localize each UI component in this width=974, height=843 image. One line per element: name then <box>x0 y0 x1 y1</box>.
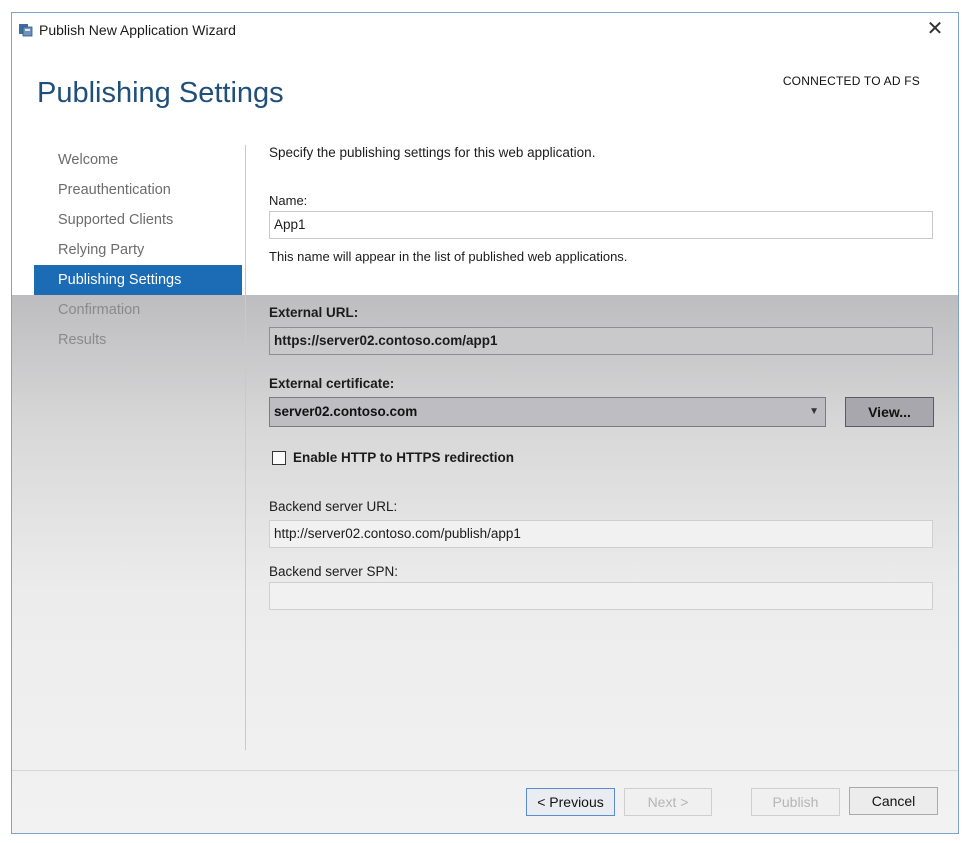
wizard-window: Publish New Application Wizard ✕ Publish… <box>11 12 959 834</box>
background-shade <box>12 295 958 833</box>
title-bar: Publish New Application Wizard ✕ <box>12 13 958 47</box>
nav-step-results: Results <box>58 332 107 348</box>
wizard-steps-nav: Welcome Preauthentication Supported Clie… <box>34 145 242 355</box>
external-url-input[interactable]: https://server02.contoso.com/app1 <box>269 327 933 355</box>
external-certificate-label: External certificate: <box>269 376 395 391</box>
footer-divider <box>12 770 958 771</box>
connection-status: CONNECTED TO AD FS <box>782 74 920 88</box>
next-button[interactable]: Next > <box>624 788 712 816</box>
view-certificate-button[interactable]: View... <box>845 397 934 427</box>
close-icon[interactable]: ✕ <box>922 17 948 41</box>
backend-url-input[interactable]: http://server02.contoso.com/publish/app1 <box>269 520 933 548</box>
nav-step-confirmation: Confirmation <box>58 302 141 318</box>
external-certificate-dropdown[interactable]: server02.contoso.com ▼ <box>269 397 826 427</box>
name-input[interactable]: App1 <box>269 211 933 239</box>
form-intro: Specify the publishing settings for this… <box>269 145 596 160</box>
chevron-down-icon: ▼ <box>809 406 819 417</box>
https-redirect-label: Enable HTTP to HTTPS redirection <box>293 450 515 465</box>
previous-button[interactable]: < Previous <box>526 788 615 816</box>
nav-divider <box>245 145 246 750</box>
backend-spn-input[interactable] <box>269 582 933 610</box>
publish-button[interactable]: Publish <box>751 788 840 816</box>
name-label: Name: <box>269 193 308 208</box>
https-redirect-checkbox[interactable] <box>272 451 286 465</box>
nav-step-preauthentication: Preauthentication <box>58 182 171 198</box>
window-title: Publish New Application Wizard <box>39 22 236 38</box>
external-url-label: External URL: <box>269 305 359 320</box>
app-icon <box>19 24 33 37</box>
backend-spn-label: Backend server SPN: <box>269 564 399 579</box>
backend-url-label: Backend server URL: <box>269 499 398 514</box>
page-title: Publishing Settings <box>37 77 284 109</box>
external-certificate-value: server02.contoso.com <box>274 404 418 419</box>
nav-step-supported-clients: Supported Clients <box>58 212 174 228</box>
cancel-button[interactable]: Cancel <box>849 787 938 815</box>
nav-step-welcome: Welcome <box>58 152 119 168</box>
nav-step-relying-party: Relying Party <box>58 242 145 258</box>
name-hint: This name will appear in the list of pub… <box>269 249 628 264</box>
nav-step-publishing-settings: Publishing Settings <box>34 265 242 295</box>
